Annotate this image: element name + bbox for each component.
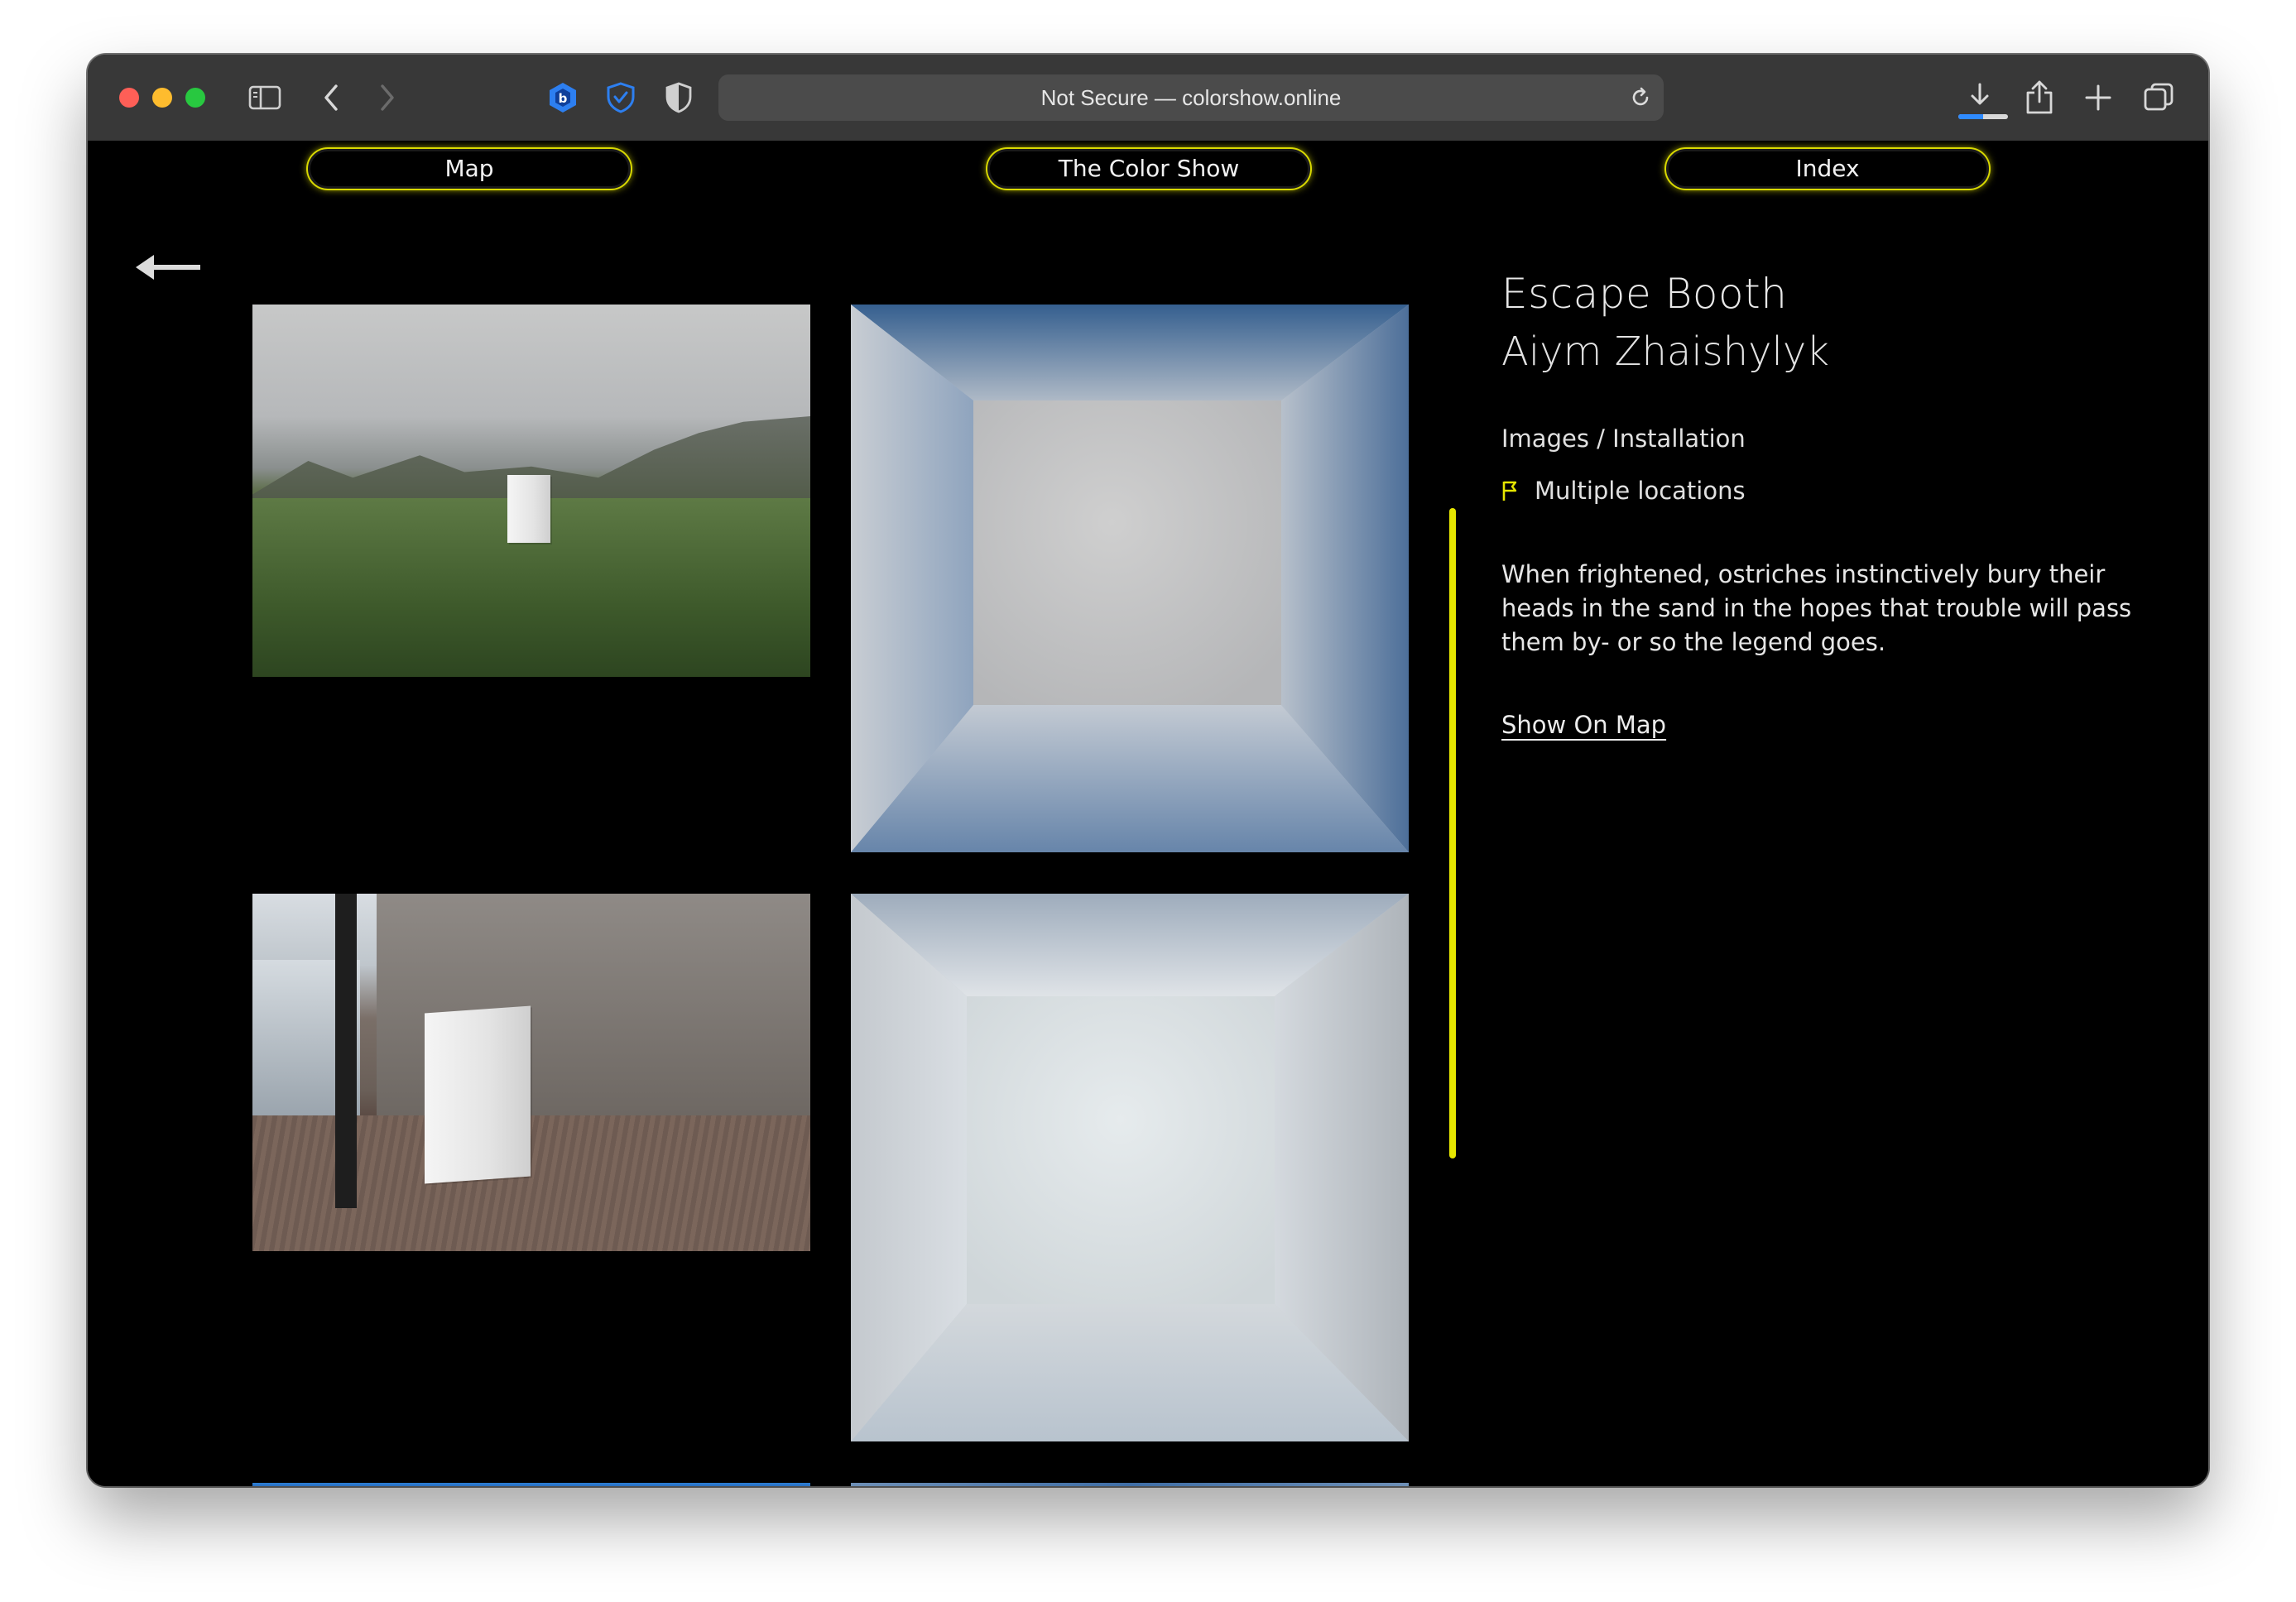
photo-bottom-left-partial[interactable] [252, 1483, 810, 1486]
nav-index-button[interactable]: Index [1666, 149, 1989, 189]
artwork-location: Multiple locations [1501, 474, 1746, 507]
photo-booth-landscape[interactable] [252, 305, 810, 677]
photo-box-interior-1[interactable] [851, 305, 1409, 852]
box-interior-1-graphic [851, 305, 1409, 852]
forward-icon[interactable] [377, 79, 397, 116]
scroll-indicator[interactable] [1449, 508, 1456, 1158]
back-icon[interactable] [321, 79, 341, 116]
download-progress-fill [1958, 114, 1983, 119]
reload-icon[interactable] [1629, 86, 1652, 113]
photo-bottom-right-partial[interactable] [851, 1483, 1409, 1486]
nav-map-button[interactable]: Map [308, 149, 631, 189]
booth-shape [507, 475, 550, 543]
address-bar[interactable]: Not Secure — colorshow.online [718, 74, 1664, 121]
minimize-window-button[interactable] [152, 88, 172, 108]
artist-name: Aiym Zhaishylyk [1501, 329, 1830, 375]
plus-icon[interactable] [2084, 79, 2112, 116]
box-interior-2-graphic [851, 894, 1409, 1441]
location-text: Multiple locations [1535, 477, 1746, 505]
artwork-title: Escape Booth [1501, 270, 1788, 318]
url-text: Not Secure — colorshow.online [1040, 85, 1342, 110]
close-window-button[interactable] [119, 88, 139, 108]
booth-shape-street [425, 1005, 531, 1184]
artwork-description: When frightened, ostriches instinctively… [1501, 560, 2132, 656]
artwork-category: Images / Installation [1501, 424, 1746, 453]
flag-icon [1501, 480, 1518, 501]
share-icon[interactable] [2025, 79, 2054, 116]
sidebar-icon[interactable] [248, 79, 281, 116]
show-on-map-link[interactable]: Show On Map [1501, 708, 1666, 741]
photo-booth-street[interactable] [252, 894, 810, 1251]
svg-text:b: b [559, 91, 568, 106]
browser-toolbar: b Not Secure — colorshow.online [88, 55, 2208, 142]
lamp-post-shape [335, 894, 357, 1208]
maximize-window-button[interactable] [185, 88, 205, 108]
tabs-icon[interactable] [2142, 79, 2175, 116]
photo-box-interior-2[interactable] [851, 894, 1409, 1441]
download-progress-bar [1958, 114, 2008, 119]
extension-icon[interactable]: b [546, 79, 579, 116]
browser-window: b Not Secure — colorshow.online Map The … [88, 55, 2208, 1486]
page-content: Map The Color Show Index Escape Booth Ai… [88, 141, 2208, 1486]
privacy-shield-icon[interactable] [664, 79, 694, 116]
shield-check-icon[interactable] [604, 79, 637, 116]
arrow-left-icon[interactable] [134, 247, 204, 291]
download-icon[interactable] [1963, 79, 1996, 116]
nav-color-show-button[interactable]: The Color Show [987, 149, 1310, 189]
